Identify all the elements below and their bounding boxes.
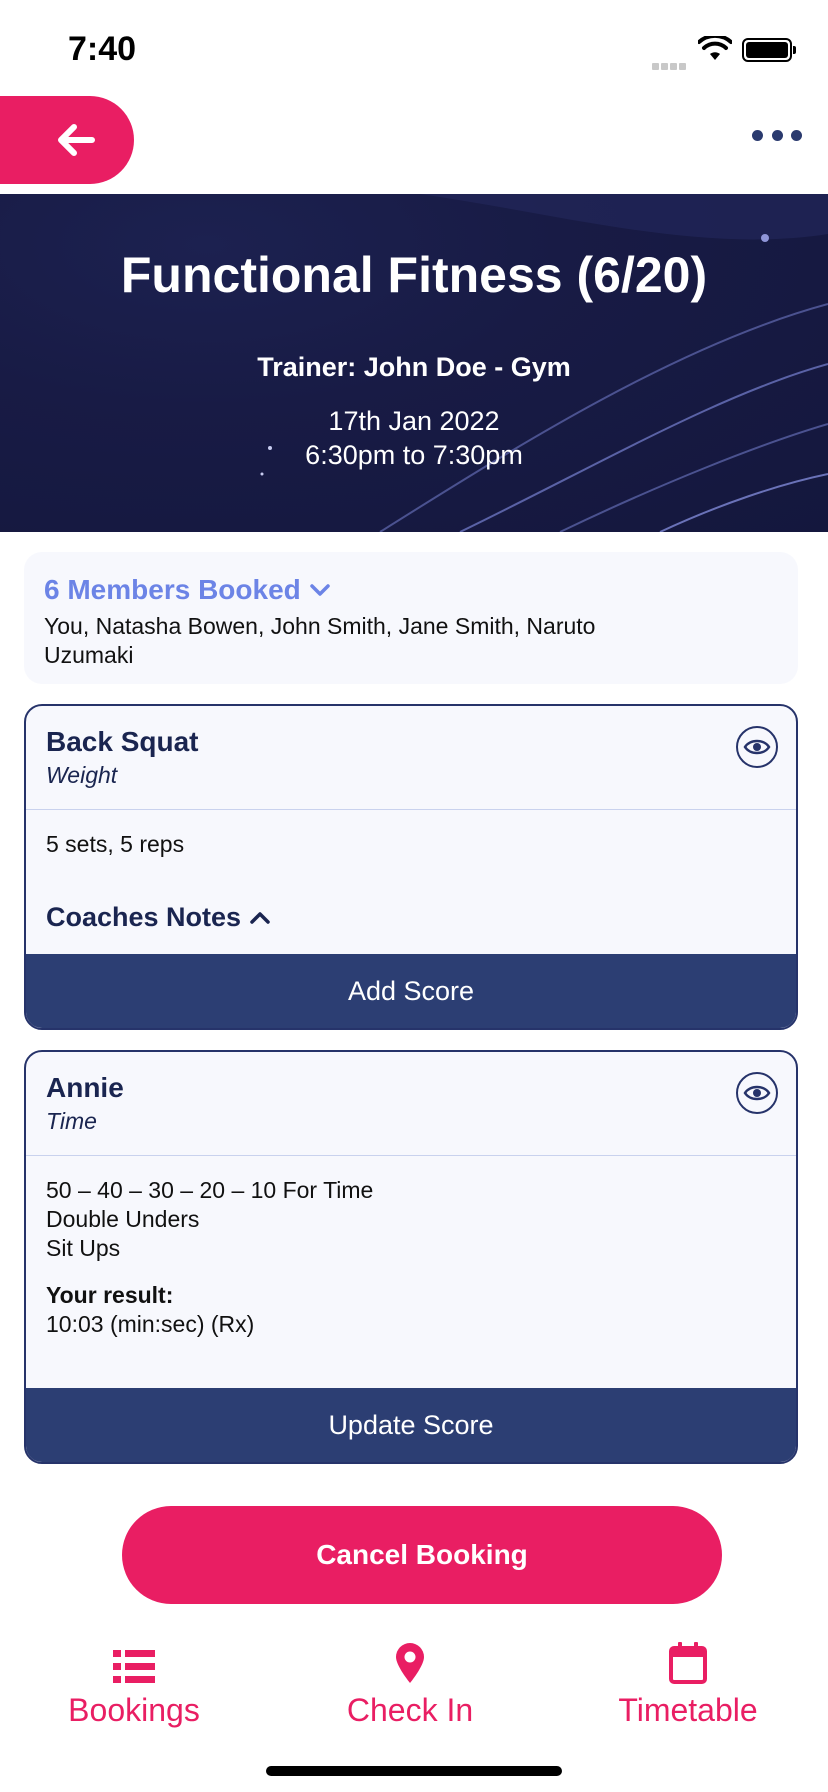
dot-icon — [771, 129, 783, 141]
result-label: Your result: — [46, 1282, 174, 1308]
update-score-button[interactable]: Update Score — [26, 1388, 796, 1462]
eye-icon — [743, 1085, 771, 1101]
workout-card-header: Annie Time — [26, 1052, 796, 1156]
status-time: 7:40 — [68, 30, 137, 68]
workout-card-body: 5 sets, 5 reps Coaches Notes — [26, 810, 796, 954]
dot-icon — [791, 129, 802, 141]
workout-line: Sit Ups — [46, 1235, 121, 1261]
result-value: 10:03 (min:sec) (Rx) — [46, 1311, 255, 1337]
tab-label: Bookings — [68, 1692, 200, 1728]
members-booked-label: 6 Members Booked — [44, 574, 301, 605]
chevron-up-icon — [250, 911, 270, 924]
chevron-down-icon — [310, 584, 330, 596]
eye-icon — [743, 739, 771, 755]
view-workout-button[interactable] — [736, 1072, 778, 1114]
tab-check-in[interactable]: Check In — [300, 1628, 520, 1729]
view-workout-button[interactable] — [736, 726, 778, 768]
class-header-banner: Functional Fitness (6/20) Trainer: John … — [0, 194, 828, 532]
more-options-button[interactable] — [752, 120, 802, 150]
tab-label: Check In — [346, 1692, 474, 1728]
members-booked-toggle[interactable]: 6 Members Booked — [44, 574, 778, 606]
bottom-tab-bar: Bookings Check In Timetable — [0, 1628, 828, 1748]
workout-line: Double Unders — [46, 1206, 200, 1232]
members-list: You, Natasha Bowen, John Smith, Jane Smi… — [44, 613, 596, 668]
workout-title: Annie — [46, 1072, 124, 1103]
workout-type: Weight — [46, 762, 118, 788]
class-time-range: 6:30pm to 7:30pm — [305, 440, 523, 470]
cellular-signal-icon — [652, 52, 692, 70]
tab-label: Timetable — [618, 1692, 758, 1728]
workout-title: Back Squat — [46, 726, 199, 757]
class-date: 17th Jan 2022 — [328, 406, 500, 436]
dot-icon — [752, 129, 763, 141]
workout-detail: 5 sets, 5 reps — [46, 831, 185, 857]
list-icon — [113, 1650, 155, 1683]
home-indicator — [266, 1766, 562, 1776]
workout-card-header: Back Squat Weight — [26, 706, 796, 810]
workout-type: Time — [46, 1108, 97, 1134]
trainer-label: Trainer: John Doe - Gym — [257, 352, 571, 382]
add-score-button[interactable]: Add Score — [26, 954, 796, 1028]
calendar-icon — [669, 1642, 707, 1684]
location-pin-icon — [396, 1643, 424, 1683]
status-bar: 7:40 — [0, 0, 828, 92]
workout-card: Annie Time 50 – 40 – 30 – 20 – 10 For Ti… — [24, 1050, 798, 1464]
workout-line: 50 – 40 – 30 – 20 – 10 For Time — [46, 1177, 374, 1203]
tab-bookings[interactable]: Bookings — [24, 1628, 244, 1729]
back-button[interactable] — [0, 96, 134, 184]
workout-card-body: 50 – 40 – 30 – 20 – 10 For Time Double U… — [26, 1156, 796, 1388]
members-booked-panel: 6 Members Booked You, Natasha Bowen, Joh… — [24, 552, 798, 684]
coaches-notes-toggle[interactable]: Coaches Notes — [46, 903, 776, 932]
battery-icon — [742, 38, 796, 62]
arrow-left-icon — [58, 124, 95, 156]
workout-card: Back Squat Weight 5 sets, 5 reps Coaches… — [24, 704, 798, 1030]
coaches-notes-label: Coaches Notes — [46, 902, 242, 932]
tab-timetable[interactable]: Timetable — [578, 1628, 798, 1729]
class-title: Functional Fitness (6/20) — [120, 247, 708, 303]
cancel-booking-button[interactable]: Cancel Booking — [122, 1506, 722, 1604]
wifi-icon — [698, 36, 732, 60]
